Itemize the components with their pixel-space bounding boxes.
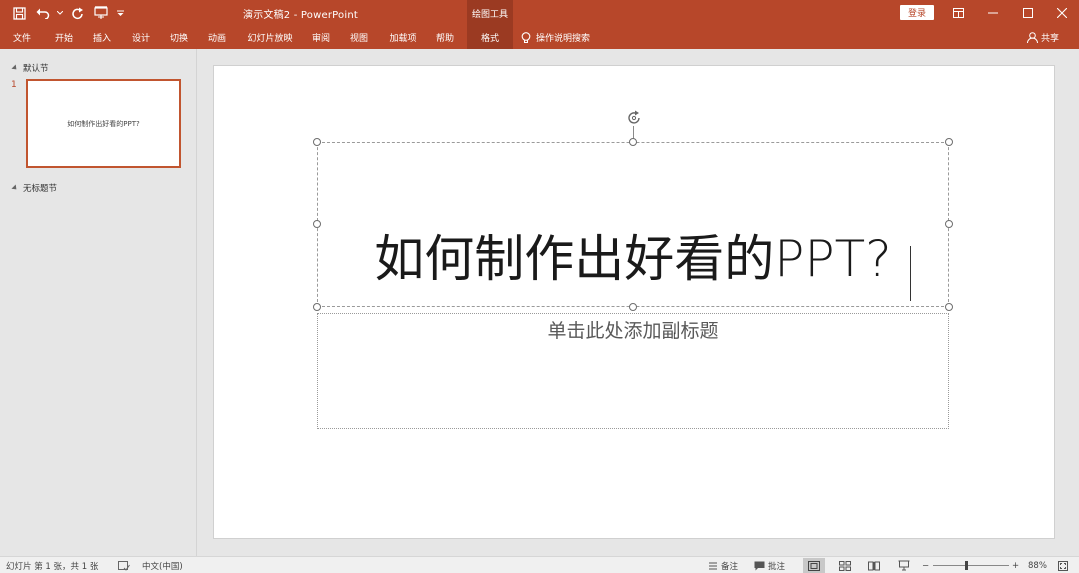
tab-file[interactable]: 文件 <box>6 26 38 49</box>
subtitle-placeholder-text[interactable]: 单击此处添加副标题 <box>317 316 949 343</box>
drawing-tools-label: 绘图工具 <box>467 0 513 26</box>
customize-qat-button[interactable] <box>114 3 126 23</box>
zoom-slider-track[interactable] <box>933 565 1009 566</box>
slide-thumbnail-pane: 默认节 1 如何制作出好看的PPT? 无标题节 <box>0 49 197 556</box>
customize-icon <box>116 10 124 16</box>
reading-view-button[interactable] <box>863 558 885 573</box>
ibeam-cursor-icon: I <box>673 332 676 342</box>
text-cursor <box>910 246 911 301</box>
resize-handle-left[interactable] <box>313 220 321 228</box>
accessibility-check-icon <box>118 560 130 571</box>
person-icon <box>1027 32 1038 43</box>
resize-handle-bottom-left[interactable] <box>313 303 321 311</box>
tab-review[interactable]: 审阅 <box>305 26 337 49</box>
slideshow-icon <box>94 6 108 19</box>
undo-icon <box>36 8 50 19</box>
tab-format[interactable]: 格式 <box>467 26 513 49</box>
minimize-icon <box>988 12 998 14</box>
notes-button[interactable]: 备注 <box>708 557 738 573</box>
resize-handle-top-right[interactable] <box>945 138 953 146</box>
normal-view-icon <box>808 560 820 571</box>
tab-addins[interactable]: 加载项 <box>383 26 423 49</box>
share-label: 共享 <box>1041 34 1060 44</box>
undo-button[interactable] <box>32 3 54 23</box>
slide-number: 1 <box>11 80 17 90</box>
reading-view-icon <box>868 561 880 570</box>
slideshow-view-icon <box>898 560 910 571</box>
tab-view[interactable]: 视图 <box>343 26 375 49</box>
language-indicator[interactable]: 中文(中国) <box>142 557 183 573</box>
resize-handle-top-left[interactable] <box>313 138 321 146</box>
redo-icon <box>71 7 83 19</box>
close-button[interactable] <box>1045 0 1079 26</box>
lightbulb-icon <box>521 31 531 43</box>
slide-thumbnail-1[interactable]: 如何制作出好看的PPT? <box>26 79 181 168</box>
save-icon <box>12 6 26 20</box>
comments-button[interactable]: 批注 <box>754 557 785 573</box>
notes-icon <box>709 562 717 569</box>
normal-view-button[interactable] <box>803 558 825 573</box>
resize-handle-bottom-right[interactable] <box>945 303 953 311</box>
fit-to-window-icon <box>1058 560 1068 571</box>
save-button[interactable] <box>8 3 30 23</box>
status-bar: 幻灯片 第 1 张，共 1 张 中文(中国) 备注 批注 − + 88% <box>0 556 1079 573</box>
zoom-level[interactable]: 88% <box>1028 557 1047 573</box>
window-title: 演示文稿2 - PowerPoint <box>243 10 358 21</box>
from-beginning-button[interactable] <box>90 3 112 23</box>
redo-button[interactable] <box>66 3 88 23</box>
resize-handle-bottom[interactable] <box>629 303 637 311</box>
tab-home[interactable]: 开始 <box>48 26 80 49</box>
resize-handle-right[interactable] <box>945 220 953 228</box>
share-button[interactable]: 共享 <box>1027 26 1059 49</box>
slide-thumbnail-title: 如何制作出好看的PPT? <box>67 119 140 128</box>
slide-sorter-button[interactable] <box>834 558 856 573</box>
tab-transitions[interactable]: 切换 <box>163 26 195 49</box>
maximize-icon <box>1023 8 1033 18</box>
tab-animations[interactable]: 动画 <box>201 26 233 49</box>
close-icon <box>1057 8 1067 18</box>
maximize-button[interactable] <box>1011 0 1045 26</box>
minimize-button[interactable] <box>976 0 1010 26</box>
rotate-icon <box>627 110 640 124</box>
ribbon-display-options-button[interactable] <box>941 0 975 26</box>
zoom-slider-thumb[interactable] <box>965 561 968 570</box>
slide-sorter-icon <box>839 560 851 571</box>
slideshow-view-button[interactable] <box>893 558 915 573</box>
ribbon-display-icon <box>952 8 964 18</box>
collapse-caret-icon <box>11 64 19 72</box>
comments-label: 批注 <box>768 561 786 572</box>
section-default[interactable]: 默认节 <box>11 62 49 74</box>
section-untitled[interactable]: 无标题节 <box>11 182 58 194</box>
collapse-caret-icon <box>11 184 19 192</box>
section-default-label: 默认节 <box>23 64 49 74</box>
slide-count: 幻灯片 第 1 张，共 1 张 <box>6 561 99 572</box>
tab-insert[interactable]: 插入 <box>86 26 118 49</box>
fit-slide-button[interactable] <box>1058 557 1068 573</box>
tab-slideshow[interactable]: 幻灯片放映 <box>240 26 300 49</box>
chevron-down-icon <box>57 11 63 15</box>
tell-me-label: 操作说明搜索 <box>536 34 591 44</box>
comment-icon <box>754 561 765 570</box>
zoom-in-button[interactable]: + <box>1012 557 1019 573</box>
powerpoint-window: 演示文稿2 - PowerPoint 绘图工具 登录 文件 开始 插入 设计 切… <box>0 0 1079 573</box>
accessibility-button[interactable] <box>118 557 130 573</box>
slide-title-text[interactable]: 如何制作出好看的PPT? <box>317 234 949 284</box>
tab-design[interactable]: 设计 <box>125 26 157 49</box>
undo-dropdown-button[interactable] <box>56 3 64 23</box>
notes-label: 备注 <box>721 561 739 572</box>
resize-handle-top[interactable] <box>629 138 637 146</box>
section-untitled-label: 无标题节 <box>23 184 58 194</box>
title-bar: 演示文稿2 - PowerPoint 绘图工具 登录 <box>0 0 1079 26</box>
tell-me-search[interactable]: 操作说明搜索 <box>521 26 590 49</box>
tab-help[interactable]: 帮助 <box>429 26 461 49</box>
rotate-handle[interactable] <box>625 109 642 126</box>
ribbon-tab-bar: 文件 开始 插入 设计 切换 动画 幻灯片放映 审阅 视图 加载项 帮助 格式 … <box>0 26 1079 49</box>
quick-access-toolbar <box>8 3 126 23</box>
login-button[interactable]: 登录 <box>900 5 934 20</box>
zoom-out-button[interactable]: − <box>922 557 929 573</box>
